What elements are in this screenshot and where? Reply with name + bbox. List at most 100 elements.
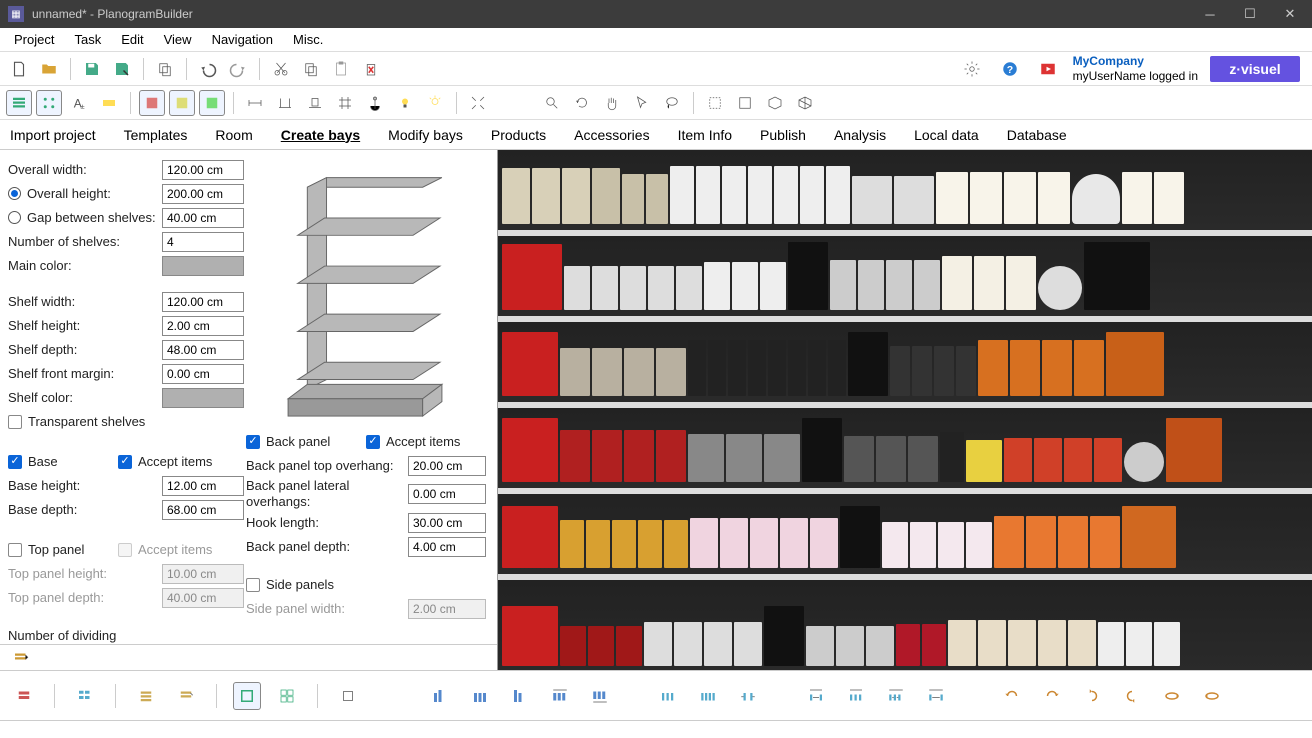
bay-tool-6[interactable]: [273, 682, 301, 710]
rotate-tool[interactable]: [569, 90, 595, 116]
save-button[interactable]: [79, 56, 105, 82]
view-mode-1[interactable]: [6, 90, 32, 116]
tab-create-bays[interactable]: Create bays: [279, 123, 362, 147]
lasso-tool[interactable]: [659, 90, 685, 116]
apply-button[interactable]: [8, 645, 34, 671]
tab-import[interactable]: Import project: [8, 123, 98, 147]
rotate-5[interactable]: [1158, 682, 1186, 710]
text-tool[interactable]: A±: [66, 90, 92, 116]
back-top-overhang-input[interactable]: [408, 456, 486, 476]
main-color-picker[interactable]: [162, 256, 244, 276]
anchor-button[interactable]: [362, 90, 388, 116]
tab-accessories[interactable]: Accessories: [572, 123, 651, 147]
expand-button[interactable]: [465, 90, 491, 116]
align-2[interactable]: [466, 682, 494, 710]
snap-3[interactable]: [762, 90, 788, 116]
distribute-1[interactable]: [654, 682, 682, 710]
tab-room[interactable]: Room: [213, 123, 254, 147]
tab-modify-bays[interactable]: Modify bays: [386, 123, 465, 147]
num-shelves-input[interactable]: [162, 232, 244, 252]
maximize-button[interactable]: ☐: [1230, 0, 1270, 28]
light-1[interactable]: [392, 90, 418, 116]
spacing-4[interactable]: [922, 682, 950, 710]
tab-local-data[interactable]: Local data: [912, 123, 981, 147]
redo-button[interactable]: [225, 56, 251, 82]
align-3[interactable]: [506, 682, 534, 710]
measure-2[interactable]: [272, 90, 298, 116]
tab-products[interactable]: Products: [489, 123, 548, 147]
overall-height-radio[interactable]: [8, 187, 21, 200]
rotate-6[interactable]: [1198, 682, 1226, 710]
paste-button[interactable]: [328, 56, 354, 82]
hook-length-input[interactable]: [408, 513, 486, 533]
menu-misc[interactable]: Misc.: [283, 30, 333, 49]
spacing-1[interactable]: [802, 682, 830, 710]
snap-4[interactable]: [792, 90, 818, 116]
bay-tool-2[interactable]: [71, 682, 99, 710]
tab-database[interactable]: Database: [1005, 123, 1069, 147]
new-button[interactable]: [6, 56, 32, 82]
pan-tool[interactable]: [599, 90, 625, 116]
accept-items-back-check[interactable]: [366, 435, 380, 449]
bay-tool-7[interactable]: [334, 682, 362, 710]
base-check[interactable]: [8, 455, 22, 469]
accept-items-base-check[interactable]: [118, 455, 132, 469]
base-depth-input[interactable]: [162, 500, 244, 520]
overall-width-input[interactable]: [162, 160, 244, 180]
tab-publish[interactable]: Publish: [758, 123, 808, 147]
settings-button[interactable]: [959, 56, 985, 82]
shelf-depth-input[interactable]: [162, 340, 244, 360]
display-3[interactable]: [199, 90, 225, 116]
undo-button[interactable]: [195, 56, 221, 82]
menu-navigation[interactable]: Navigation: [202, 30, 283, 49]
overall-height-input[interactable]: [162, 184, 244, 204]
back-lateral-input[interactable]: [408, 484, 486, 504]
bay-tool-4[interactable]: [172, 682, 200, 710]
rotate-1[interactable]: [998, 682, 1026, 710]
display-1[interactable]: [139, 90, 165, 116]
back-depth-input[interactable]: [408, 537, 486, 557]
bay-tool-5[interactable]: [233, 682, 261, 710]
tab-analysis[interactable]: Analysis: [832, 123, 888, 147]
align-1[interactable]: [426, 682, 454, 710]
delete-button[interactable]: [358, 56, 384, 82]
distribute-3[interactable]: [734, 682, 762, 710]
shelf-height-input[interactable]: [162, 316, 244, 336]
rotate-4[interactable]: [1118, 682, 1146, 710]
gap-input[interactable]: [162, 208, 244, 228]
highlight-tool[interactable]: [96, 90, 122, 116]
gap-radio[interactable]: [8, 211, 21, 224]
transparent-shelves-check[interactable]: [8, 415, 22, 429]
snap-2[interactable]: [732, 90, 758, 116]
rotate-3[interactable]: [1078, 682, 1106, 710]
close-button[interactable]: ✕: [1270, 0, 1310, 28]
light-2[interactable]: [422, 90, 448, 116]
3d-viewport[interactable]: [498, 150, 1312, 670]
view-mode-2[interactable]: [36, 90, 62, 116]
select-tool[interactable]: [629, 90, 655, 116]
side-panels-check[interactable]: [246, 578, 260, 592]
shelf-width-input[interactable]: [162, 292, 244, 312]
align-4[interactable]: [546, 682, 574, 710]
video-button[interactable]: [1035, 56, 1061, 82]
help-button[interactable]: ?: [997, 56, 1023, 82]
bay-tool-1[interactable]: [10, 682, 38, 710]
menu-edit[interactable]: Edit: [111, 30, 153, 49]
open-button[interactable]: [36, 56, 62, 82]
save-as-button[interactable]: [109, 56, 135, 82]
minimize-button[interactable]: ─: [1190, 0, 1230, 28]
spacing-3[interactable]: [882, 682, 910, 710]
measure-3[interactable]: [302, 90, 328, 116]
search-tool[interactable]: [539, 90, 565, 116]
menu-task[interactable]: Task: [64, 30, 111, 49]
distribute-2[interactable]: [694, 682, 722, 710]
grid-button[interactable]: [332, 90, 358, 116]
menu-project[interactable]: Project: [4, 30, 64, 49]
copy-button[interactable]: [152, 56, 178, 82]
align-5[interactable]: [586, 682, 614, 710]
tab-item-info[interactable]: Item Info: [676, 123, 734, 147]
back-panel-check[interactable]: [246, 435, 260, 449]
shelf-color-picker[interactable]: [162, 388, 244, 408]
cut-button[interactable]: [268, 56, 294, 82]
display-2[interactable]: [169, 90, 195, 116]
